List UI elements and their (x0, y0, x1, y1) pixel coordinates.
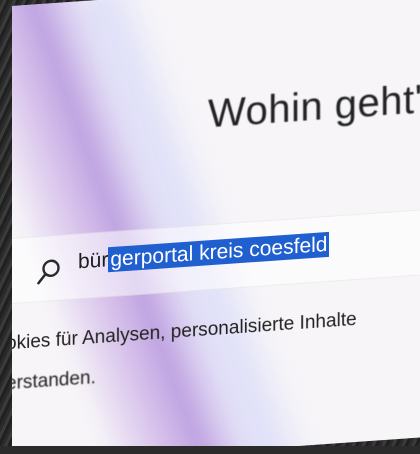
browser-screen: Wohin geht's bürgerportal kreis coesfeld… (12, 0, 420, 454)
search-input[interactable]: bürgerportal kreis coesfeld (78, 231, 330, 275)
search-typed-text: bür (78, 248, 109, 274)
search-bar[interactable]: bürgerportal kreis coesfeld (12, 207, 420, 304)
page-headline: Wohin geht's (208, 75, 420, 137)
cookie-notice: okies für Analysen, personalisierte Inha… (12, 300, 357, 405)
search-selected-text: gerportal kreis coesfeld (108, 231, 330, 273)
monitor-bezel (0, 446, 420, 454)
photo-frame: Wohin geht's bürgerportal kreis coesfeld… (0, 0, 420, 454)
search-icon[interactable] (36, 258, 62, 288)
